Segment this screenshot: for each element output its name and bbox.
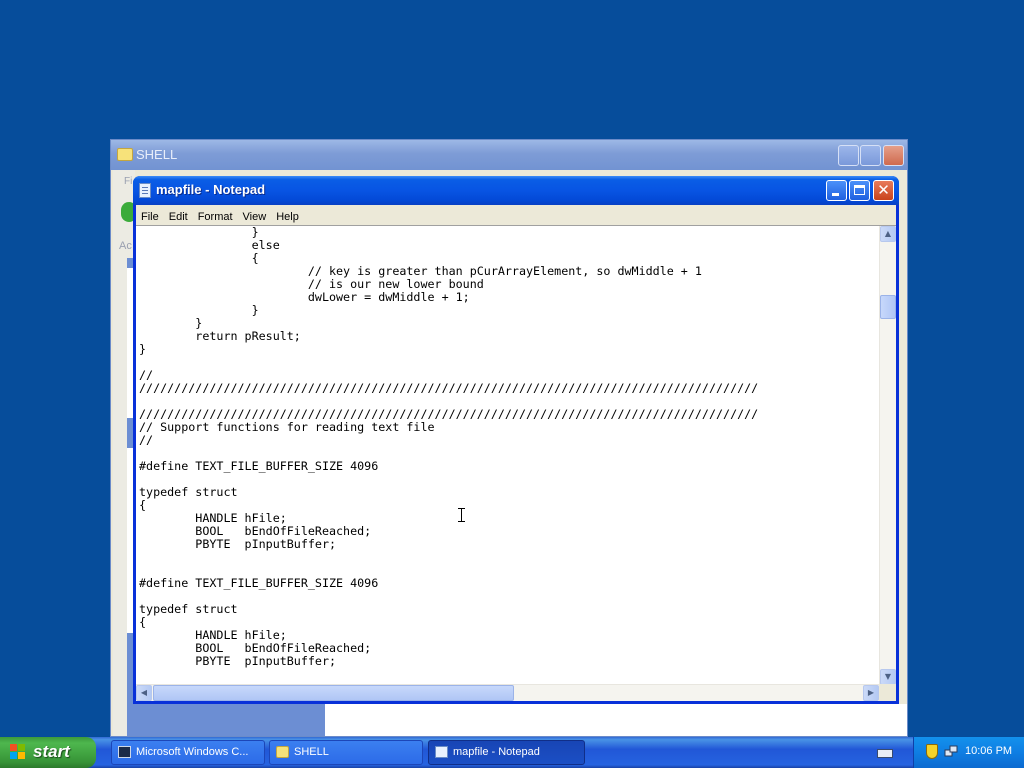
horizontal-scrollbar[interactable]: ◀ ▶ bbox=[136, 684, 879, 701]
scroll-up-button[interactable]: ▲ bbox=[880, 226, 896, 242]
code-line: } bbox=[139, 342, 147, 356]
code-line: return pResult; bbox=[139, 329, 301, 343]
menu-file[interactable]: File bbox=[136, 207, 164, 227]
windows-logo-icon bbox=[10, 744, 26, 760]
notepad-icon bbox=[139, 183, 151, 198]
taskbar-button-shell[interactable]: SHELL bbox=[269, 740, 423, 765]
close-icon: ✕ bbox=[877, 181, 890, 199]
menu-help[interactable]: Help bbox=[271, 207, 304, 227]
scroll-down-button[interactable]: ▼ bbox=[880, 669, 896, 685]
vertical-scroll-thumb[interactable] bbox=[880, 295, 896, 319]
code-text: } else { // key is greater than pCurArra… bbox=[139, 226, 758, 668]
folder-icon bbox=[117, 148, 133, 161]
text-cursor-icon bbox=[458, 508, 465, 522]
vertical-scrollbar[interactable]: ▲ ▼ bbox=[879, 226, 896, 685]
code-line: PBYTE pInputBuffer; bbox=[139, 654, 337, 668]
shell-close-button[interactable] bbox=[883, 145, 904, 166]
code-line: // bbox=[139, 433, 154, 447]
taskbar-button-label: Microsoft Windows C... bbox=[136, 746, 249, 758]
horizontal-scroll-thumb[interactable] bbox=[153, 685, 514, 701]
maximize-icon bbox=[854, 185, 865, 195]
code-line: // Support functions for reading text fi… bbox=[139, 420, 435, 434]
code-line: typedef struct bbox=[139, 602, 238, 616]
code-line: } bbox=[139, 303, 259, 317]
text-editor[interactable]: } else { // key is greater than pCurArra… bbox=[136, 225, 896, 701]
start-button[interactable]: start bbox=[0, 737, 96, 768]
menu-format[interactable]: Format bbox=[193, 207, 238, 227]
minimize-icon bbox=[832, 193, 839, 196]
keyboard-icon[interactable] bbox=[877, 749, 893, 758]
shell-title-bar[interactable]: SHELL bbox=[111, 140, 907, 170]
clock[interactable]: 10:06 PM bbox=[965, 745, 1012, 757]
start-label: start bbox=[33, 742, 70, 761]
notepad-title: mapfile - Notepad bbox=[156, 182, 266, 197]
security-shield-icon[interactable] bbox=[926, 744, 938, 759]
menu-edit[interactable]: Edit bbox=[164, 207, 193, 227]
console-icon bbox=[118, 746, 131, 758]
network-icon[interactable] bbox=[944, 745, 958, 759]
code-line: PBYTE pInputBuffer; bbox=[139, 537, 337, 551]
shell-address-fragment: Ac bbox=[119, 240, 132, 252]
system-tray: 10:06 PM bbox=[913, 737, 1024, 768]
taskbar-button-notepad[interactable]: mapfile - Notepad bbox=[428, 740, 585, 765]
code-line: typedef struct bbox=[139, 485, 238, 499]
scroll-right-button[interactable]: ▶ bbox=[863, 685, 879, 701]
shell-title: SHELL bbox=[136, 147, 178, 162]
taskbar: start Microsoft Windows C... SHELL mapfi… bbox=[0, 737, 1024, 768]
shell-maximize-button[interactable] bbox=[860, 145, 881, 166]
maximize-button[interactable] bbox=[849, 180, 870, 201]
shell-content-area bbox=[325, 704, 907, 736]
close-button[interactable]: ✕ bbox=[873, 180, 894, 201]
menu-view[interactable]: View bbox=[238, 207, 272, 227]
folder-icon bbox=[276, 746, 289, 758]
notepad-icon bbox=[435, 746, 448, 758]
notepad-title-bar[interactable]: mapfile - Notepad ✕ bbox=[133, 176, 899, 205]
menu-bar: File Edit Format View Help bbox=[136, 205, 896, 225]
notepad-window[interactable]: mapfile - Notepad ✕ File Edit Format View He… bbox=[133, 176, 899, 704]
code-line: #define TEXT_FILE_BUFFER_SIZE 4096 bbox=[139, 459, 379, 473]
code-line: #define TEXT_FILE_BUFFER_SIZE 4096 bbox=[139, 576, 379, 590]
shell-minimize-button[interactable] bbox=[838, 145, 859, 166]
scroll-left-button[interactable]: ◀ bbox=[136, 685, 152, 701]
shell-menu-fragment: Fi bbox=[124, 176, 133, 187]
code-line: ////////////////////////////////////////… bbox=[139, 381, 759, 395]
taskbar-button-label: mapfile - Notepad bbox=[453, 746, 540, 758]
taskbar-button-label: SHELL bbox=[294, 746, 329, 758]
minimize-button[interactable] bbox=[826, 180, 847, 201]
taskbar-button-console[interactable]: Microsoft Windows C... bbox=[111, 740, 265, 765]
size-grip[interactable] bbox=[879, 684, 896, 701]
